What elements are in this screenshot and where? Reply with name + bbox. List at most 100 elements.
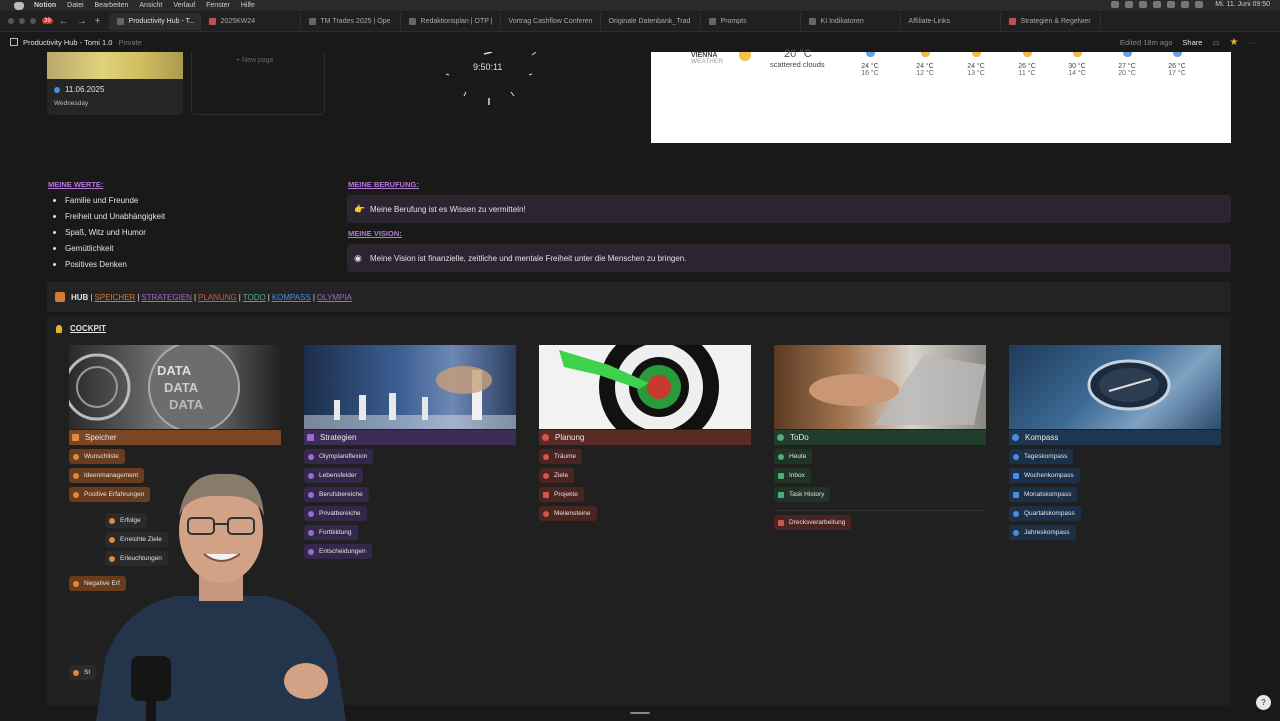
tray-icon[interactable] [1167,1,1176,8]
apple-icon[interactable] [14,1,24,10]
date-card-cover-image[interactable] [47,52,183,79]
data-vault-image[interactable]: DATA DATA DATA [69,345,281,429]
tab-strategien-regelwerk[interactable]: Strategien & Regelwer [1001,12,1101,30]
tray-icon[interactable] [1139,1,1148,8]
share-button[interactable]: Share [1182,38,1202,47]
minimize-window-button[interactable] [19,18,25,24]
kompass-item-quartalskompass[interactable]: Quartalskompass [1009,506,1081,521]
tab-ki-indikatoren[interactable]: KI Indikatoren [801,12,901,30]
vision-callout[interactable]: ◉ Meine Vision ist finanzielle, zeitlich… [347,244,1231,272]
laptop-typing-image[interactable] [774,345,986,429]
new-page-button[interactable]: + New page [236,57,274,64]
kompass-item-tageskompass[interactable]: Tageskompass [1009,449,1074,464]
menu-fenster[interactable]: Fenster [206,2,230,9]
menu-ansicht[interactable]: Ansicht [139,2,162,9]
hub-link-olympia[interactable]: OLYMPIA [317,293,352,302]
new-page-card[interactable]: + New page [191,52,325,115]
dartboard-image[interactable] [539,345,751,429]
system-clock[interactable]: Mi. 11. Juni 09:50 [1215,1,1270,8]
tray-icon[interactable] [1111,1,1120,8]
more-options-icon[interactable]: ··· [1249,38,1257,47]
kompass-header[interactable]: Kompass [1009,430,1221,445]
planung-item-ziele[interactable]: Ziele [539,468,575,483]
planung-header[interactable]: Planung [539,430,751,445]
weather-widget[interactable]: VIENNA WEATHER 20 °C scattered clouds 24… [651,48,1231,143]
hub-link-kompass[interactable]: KOMPASS [272,293,311,302]
hub-separator: | [267,292,270,302]
calendar-icon [208,17,216,25]
todo-header[interactable]: ToDo [774,430,986,445]
tab-label: KI Indikatoren [820,17,864,25]
kompass-item-jahreskompass[interactable]: Jahreskompass [1009,525,1076,540]
column-title: Planung [555,433,585,442]
tab-vortrag[interactable]: Vortrag Cashflow Conferen [501,12,601,30]
tab-label: Affiliate-Links [908,17,951,25]
forecast-day: 26 °C 17 °C [1162,52,1192,77]
compass-illustration [1087,359,1171,411]
battery-icon[interactable] [1195,1,1204,8]
new-tab-plus-icon[interactable]: + [95,16,101,27]
menu-datei[interactable]: Datei [67,2,83,9]
zoom-window-button[interactable] [30,18,36,24]
planung-item-traeume[interactable]: Träume [539,449,583,464]
todo-item-heute[interactable]: Heute [774,449,813,464]
notification-badge[interactable]: 39 [42,18,53,24]
todo-item-inbox[interactable]: Inbox [774,468,811,483]
hub-separator: | [193,292,197,302]
todo-item-task-history[interactable]: Task History [774,487,831,502]
speicher-item-bottom[interactable]: St [69,665,97,680]
sun-icon [920,52,930,57]
close-window-button[interactable] [8,18,14,24]
eye-icon: ◉ [354,252,362,263]
help-button[interactable]: ? [1256,695,1271,710]
tab-redaktionsplan[interactable]: Redaktionsplan | OTP | [401,12,501,30]
speicher-header[interactable]: Speicher [69,430,281,445]
edited-timestamp: Edited 18m ago [1119,37,1173,47]
wifi-icon[interactable] [1181,1,1190,8]
system-tray: Mi. 11. Juni 09:50 [1111,1,1270,8]
column-title: Kompass [1025,433,1059,442]
tab-productivity-hub[interactable]: Productivity Hub - T... [108,12,201,30]
chart-icon [808,17,816,25]
compass-image[interactable] [1009,345,1221,429]
menu-verlauf[interactable]: Verlauf [173,2,195,9]
tray-icon[interactable] [1153,1,1162,8]
menu-bearbeiten[interactable]: Bearbeiten [95,2,129,9]
menu-hilfe[interactable]: Hilfe [241,2,255,9]
favorite-star-icon[interactable]: ★ [1230,37,1239,48]
laptop-illustration [809,355,986,425]
forward-arrow-icon[interactable]: → [77,16,87,27]
planung-item-projekte[interactable]: Projekte [539,487,584,502]
scroll-handle[interactable] [630,712,650,714]
tab-label: Vortrag Cashflow Conferen [508,17,593,25]
play-icon [73,669,79,676]
forecast-high: 26 °C [1168,63,1186,70]
item-label: Tageskompass [1024,453,1068,460]
vault-text: DATA [169,397,204,412]
todo-item-drecksverarbeitung[interactable]: Drecksverarbeitung [774,515,852,530]
chess-image[interactable] [304,345,516,429]
hub-link-strategien[interactable]: STRATEGIEN [141,293,192,302]
vision-text: Meine Vision ist finanzielle, zeitliche … [370,253,687,263]
menu-app[interactable]: Notion [34,2,56,9]
date-card[interactable]: 11.06.2025 Wednesday [47,79,183,115]
privacy-indicator[interactable]: Private [118,38,141,47]
hub-link-speicher[interactable]: SPEICHER [94,293,135,302]
tab-2025kw24[interactable]: 2025KW24 [201,12,301,30]
berufung-callout[interactable]: 👉 Meine Berufung ist es Wissen zu vermit… [347,195,1231,223]
breadcrumb-page-title[interactable]: Productivity Hub - Tomi 1.0 [23,38,112,47]
back-arrow-icon[interactable]: ← [59,16,69,27]
tray-icon[interactable] [1125,1,1134,8]
hub-link-todo[interactable]: TODO [243,293,266,302]
weekday-label: Wednesday [54,100,89,107]
hub-link-planung[interactable]: PLANUNG [198,293,237,302]
tab-originale-datenbank[interactable]: Originale Datenbank_Trad [601,12,701,30]
strategien-header[interactable]: Strategien [304,430,516,445]
kompass-item-monatskompass[interactable]: Monatskompass [1009,487,1078,502]
tab-affiliate-links[interactable]: Affiliate-Links [901,12,1001,30]
planung-item-meilensteine[interactable]: Meilensteine [539,506,597,521]
tab-tm-trades[interactable]: TM Trades 2025 | Ope [301,12,401,30]
tab-prompts[interactable]: Prompts [701,12,801,30]
comments-icon[interactable]: ▭ [1212,38,1219,47]
kompass-item-wochenkompass[interactable]: Wochenkompass [1009,468,1080,483]
